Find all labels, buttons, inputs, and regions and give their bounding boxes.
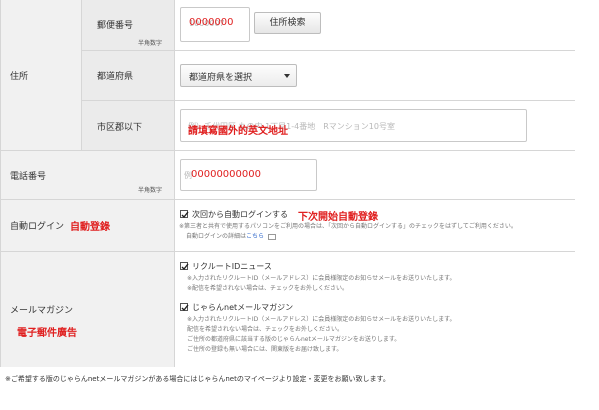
mail-magazine-section: メールマガジン 電子郵件廣告 リクルートIDニュース ※入力されたリクルートID… [1,251,575,367]
phone-label: 電話番号 [10,172,47,182]
prefecture-value-cell: 都道府県を選択 [174,51,575,100]
auto-login-detail-link[interactable]: こちら [246,233,264,240]
jalan-magazine-label[interactable]: じゃらんnetメールマガジン [192,302,293,313]
postal-label: 郵便番号 [97,21,134,31]
recruit-news-note-2: ※配信を希望されない場合は、チェックをお外しください。 [187,285,349,292]
phone-note: 半角数字 [137,187,162,194]
footer-note: ※ご希望する版のじゃらんnetメールマガジンがある場合にはじゃらんnetのマイペ… [5,375,390,383]
postal-value: 0000000 [189,17,234,28]
city-label-cell: 市区郡以下 [81,101,174,150]
external-link-icon [267,233,276,240]
prefecture-label: 都道府県 [97,72,134,82]
mail-magazine-label-cell: メールマガジン 電子郵件廣告 [1,252,174,367]
phone-value: 00000000000 [191,169,261,180]
mail-magazine-label: メールマガジン [10,306,74,316]
address-search-button[interactable]: 住所検索 [254,12,321,34]
jalan-magazine-checkbox[interactable] [180,303,189,312]
city-address-input[interactable]: 例）千代田区 丸の内 1丁目1-4番地 Rマンション10号室 請填寫國外的英文地… [180,109,527,142]
phone-value-cell: 例 00000000000 [174,151,575,199]
postal-code-input[interactable]: 1000007 0000000 [180,7,250,42]
phone-label-cell: 電話番号 半角数字 [1,151,174,199]
chevron-down-icon [284,74,290,78]
auto-login-label: 自動ログイン [10,222,65,232]
address-search-label: 住所検索 [269,18,306,28]
mail-magazine-label-annotation: 電子郵件廣告 [17,328,77,339]
prefecture-selected: 都道府県を選択 [189,73,253,83]
city-annotation: 請填寫國外的英文地址 [188,126,288,137]
address-label-cell: 住所 [1,0,81,150]
auto-login-note-2: 自動ログインの詳細はこちら [186,231,276,242]
recruit-news-label[interactable]: リクルートIDニュース [192,261,272,272]
address-label: 住所 [10,72,29,82]
postal-label-cell: 郵便番号 半角数字 [81,0,174,50]
auto-login-checkbox[interactable] [180,210,189,219]
postal-value-cell: 1000007 0000000 住所検索 [174,0,575,50]
auto-login-label-cell: 自動ログイン 自動登錄 [1,200,174,251]
address-section: 住所 郵便番号 半角数字 1000007 0000000 住所検索 都道府県 都… [1,0,575,150]
registration-form: 住所 郵便番号 半角数字 1000007 0000000 住所検索 都道府県 都… [0,0,575,367]
auto-login-value-cell: 次回から自動ログインする 下次開始自動登錄 ※第三者と共有で使用するパソコンをご… [174,200,575,251]
city-label: 市区郡以下 [97,123,143,133]
mail-magazine-value-cell: リクルートIDニュース ※入力されたリクルートID（メールアドレス）に会員様限定… [174,252,575,367]
prefecture-label-cell: 都道府県 [81,51,174,100]
postal-note: 半角数字 [137,40,162,47]
recruit-news-checkbox[interactable] [180,262,189,271]
auto-login-section: 自動ログイン 自動登錄 次回から自動ログインする 下次開始自動登錄 ※第三者と共… [1,199,575,251]
jalan-magazine-note-4: ご住所の登録も無い場合には、関東版をお届け致します。 [187,346,343,353]
auto-login-checkbox-label[interactable]: 次回から自動ログインする [192,209,288,220]
city-value-cell: 例）千代田区 丸の内 1丁目1-4番地 Rマンション10号室 請填寫國外的英文地… [174,101,575,150]
auto-login-note-2-text: 自動ログインの詳細は [186,233,247,240]
phone-section: 電話番号 半角数字 例 00000000000 [1,150,575,199]
prefecture-select[interactable]: 都道府県を選択 [180,64,297,87]
phone-input[interactable]: 例 00000000000 [180,159,317,191]
auto-login-label-annotation: 自動登錄 [70,222,110,233]
